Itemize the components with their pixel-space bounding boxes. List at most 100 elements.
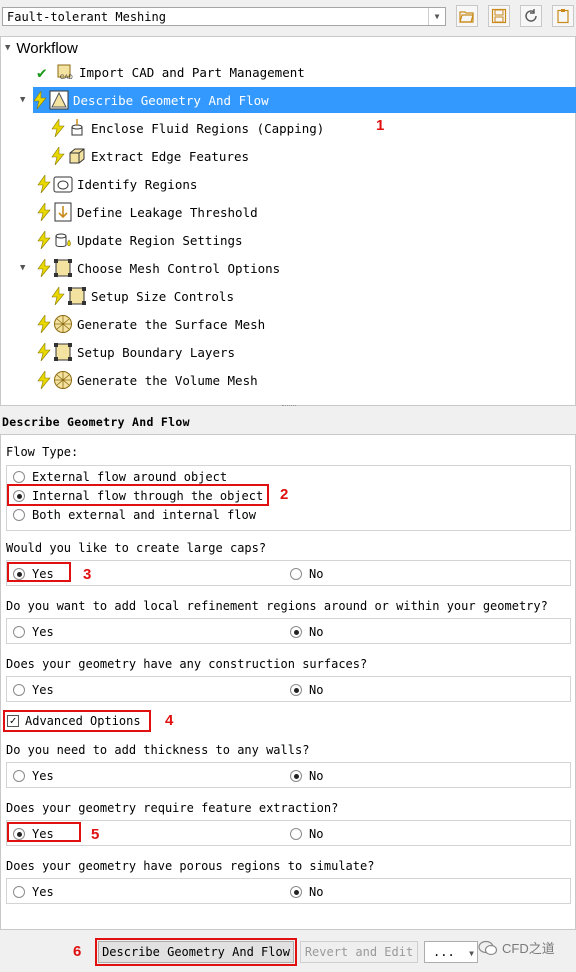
question-porous-regions: Does your geometry have porous regions t… bbox=[6, 859, 375, 873]
flow-option-both[interactable]: Both external and internal flow bbox=[13, 508, 256, 522]
radio-button[interactable] bbox=[13, 886, 25, 898]
more-options-dropdown[interactable]: ... ▼ bbox=[424, 941, 478, 963]
lightning-icon bbox=[37, 371, 51, 389]
workflow-task[interactable]: Setup Size Controls bbox=[51, 283, 234, 309]
revert-and-edit-button[interactable]: Revert and Edit bbox=[300, 941, 418, 963]
radio-button[interactable] bbox=[13, 626, 25, 638]
meshing-mode-value: Fault-tolerant Meshing bbox=[7, 10, 166, 24]
workflow-task[interactable]: Identify Regions bbox=[37, 171, 197, 197]
highlight-box bbox=[7, 822, 81, 842]
workflow-task[interactable]: Extract Edge Features bbox=[51, 143, 249, 169]
yes-no-group: Yes No bbox=[6, 676, 571, 702]
lightning-icon bbox=[37, 343, 51, 361]
radio-button[interactable] bbox=[290, 568, 302, 580]
highlight-box bbox=[7, 484, 269, 506]
option-label: Yes bbox=[32, 625, 54, 639]
refresh-icon bbox=[525, 9, 537, 22]
radio-button-selected[interactable] bbox=[290, 770, 302, 782]
mesh-control-icon bbox=[54, 259, 72, 277]
annotation-number: 6 bbox=[73, 943, 82, 960]
workflow-task[interactable]: Generate the Volume Mesh bbox=[37, 367, 258, 393]
workflow-task-selected[interactable]: Describe Geometry And Flow bbox=[33, 87, 576, 113]
option-label: Yes bbox=[32, 769, 54, 783]
workflow-task[interactable]: Define Leakage Threshold bbox=[37, 199, 258, 225]
workflow-task[interactable]: Enclose Fluid Regions (Capping) bbox=[51, 115, 324, 141]
workflow-task[interactable]: Setup Boundary Layers bbox=[37, 339, 235, 365]
workflow-task[interactable]: Generate the Surface Mesh bbox=[37, 311, 265, 337]
watermark-text: CFD之道 bbox=[502, 941, 555, 956]
yes-option[interactable]: Yes bbox=[13, 885, 54, 899]
wechat-icon bbox=[478, 940, 498, 955]
lightning-icon bbox=[51, 147, 65, 165]
no-option[interactable]: No bbox=[290, 683, 323, 697]
task-label: Describe Geometry And Flow bbox=[73, 92, 269, 108]
annotation-number: 2 bbox=[280, 486, 289, 503]
radio-button-selected[interactable] bbox=[290, 684, 302, 696]
expand-caret-icon[interactable]: ▼ bbox=[20, 95, 25, 105]
flow-type-label: Flow Type: bbox=[6, 445, 79, 459]
svg-text:CAD: CAD bbox=[60, 75, 73, 81]
question-local-refinement: Do you want to add local refinement regi… bbox=[6, 599, 548, 613]
no-option[interactable]: No bbox=[290, 827, 323, 841]
radio-button[interactable] bbox=[13, 471, 25, 483]
workflow-task[interactable]: Update Region Settings bbox=[37, 227, 243, 253]
option-label: No bbox=[309, 769, 324, 783]
no-option[interactable]: No bbox=[290, 769, 323, 783]
flow-option-external[interactable]: External flow around object bbox=[13, 470, 227, 484]
open-button[interactable] bbox=[456, 5, 478, 27]
meshing-mode-select[interactable]: Fault-tolerant Meshing ▼ bbox=[2, 7, 446, 26]
yes-option[interactable]: Yes bbox=[13, 683, 54, 697]
option-label: No bbox=[309, 885, 324, 899]
expand-caret-icon[interactable]: ▼ bbox=[20, 263, 25, 273]
workflow-task[interactable]: Choose Mesh Control Options bbox=[37, 255, 280, 281]
top-toolbar: Fault-tolerant Meshing ▼ bbox=[0, 0, 576, 36]
radio-button[interactable] bbox=[13, 509, 25, 521]
save-icon bbox=[491, 8, 507, 24]
radio-button[interactable] bbox=[13, 684, 25, 696]
annotation-number: 3 bbox=[83, 566, 92, 583]
clipboard-icon bbox=[557, 9, 569, 24]
form-title: Describe Geometry And Flow bbox=[2, 415, 190, 429]
option-label: No bbox=[309, 683, 324, 697]
task-label: Setup Size Controls bbox=[91, 288, 234, 304]
save-button[interactable] bbox=[488, 5, 510, 27]
question-feature-extraction: Does your geometry require feature extra… bbox=[6, 801, 339, 815]
no-option[interactable]: No bbox=[290, 567, 323, 581]
option-label: No bbox=[309, 567, 324, 581]
radio-button[interactable] bbox=[290, 828, 302, 840]
workflow-header[interactable]: ▼ Workflow bbox=[5, 37, 78, 59]
collapse-caret-icon[interactable]: ▼ bbox=[5, 43, 10, 53]
task-label: Import CAD and Part Management bbox=[79, 64, 305, 80]
workflow-task[interactable]: ✔ CAD Import CAD and Part Management bbox=[37, 59, 305, 85]
radio-button-selected[interactable] bbox=[290, 886, 302, 898]
refresh-button[interactable] bbox=[520, 5, 542, 27]
option-label: No bbox=[309, 827, 324, 841]
lightning-icon bbox=[33, 91, 47, 109]
task-label: Generate the Volume Mesh bbox=[77, 372, 258, 388]
option-label: Both external and internal flow bbox=[32, 508, 256, 522]
yes-option[interactable]: Yes bbox=[13, 625, 54, 639]
option-label: No bbox=[309, 625, 324, 639]
panel-splitter[interactable] bbox=[282, 405, 296, 409]
highlight-box bbox=[7, 562, 71, 582]
no-option[interactable]: No bbox=[290, 625, 323, 639]
more-label: ... bbox=[433, 945, 455, 959]
chevron-down-icon[interactable]: ▼ bbox=[428, 8, 445, 25]
yes-option[interactable]: Yes bbox=[13, 769, 54, 783]
task-label: Choose Mesh Control Options bbox=[77, 260, 281, 276]
chevron-down-icon[interactable]: ▼ bbox=[469, 949, 474, 958]
lightning-icon bbox=[51, 287, 65, 305]
task-label: Identify Regions bbox=[77, 176, 198, 192]
clipboard-button[interactable] bbox=[552, 5, 574, 27]
annotation-number: 1 bbox=[376, 117, 385, 134]
highlight-box bbox=[3, 710, 151, 732]
surface-mesh-icon bbox=[54, 315, 72, 333]
yes-no-group: Yes No bbox=[6, 618, 571, 644]
radio-button-selected[interactable] bbox=[290, 626, 302, 638]
radio-button[interactable] bbox=[13, 770, 25, 782]
no-option[interactable]: No bbox=[290, 885, 323, 899]
question-construction-surfaces: Does your geometry have any construction… bbox=[6, 657, 368, 671]
volume-mesh-icon bbox=[54, 371, 72, 389]
cad-import-icon: CAD bbox=[57, 64, 73, 81]
question-large-caps: Would you like to create large caps? bbox=[6, 541, 267, 555]
